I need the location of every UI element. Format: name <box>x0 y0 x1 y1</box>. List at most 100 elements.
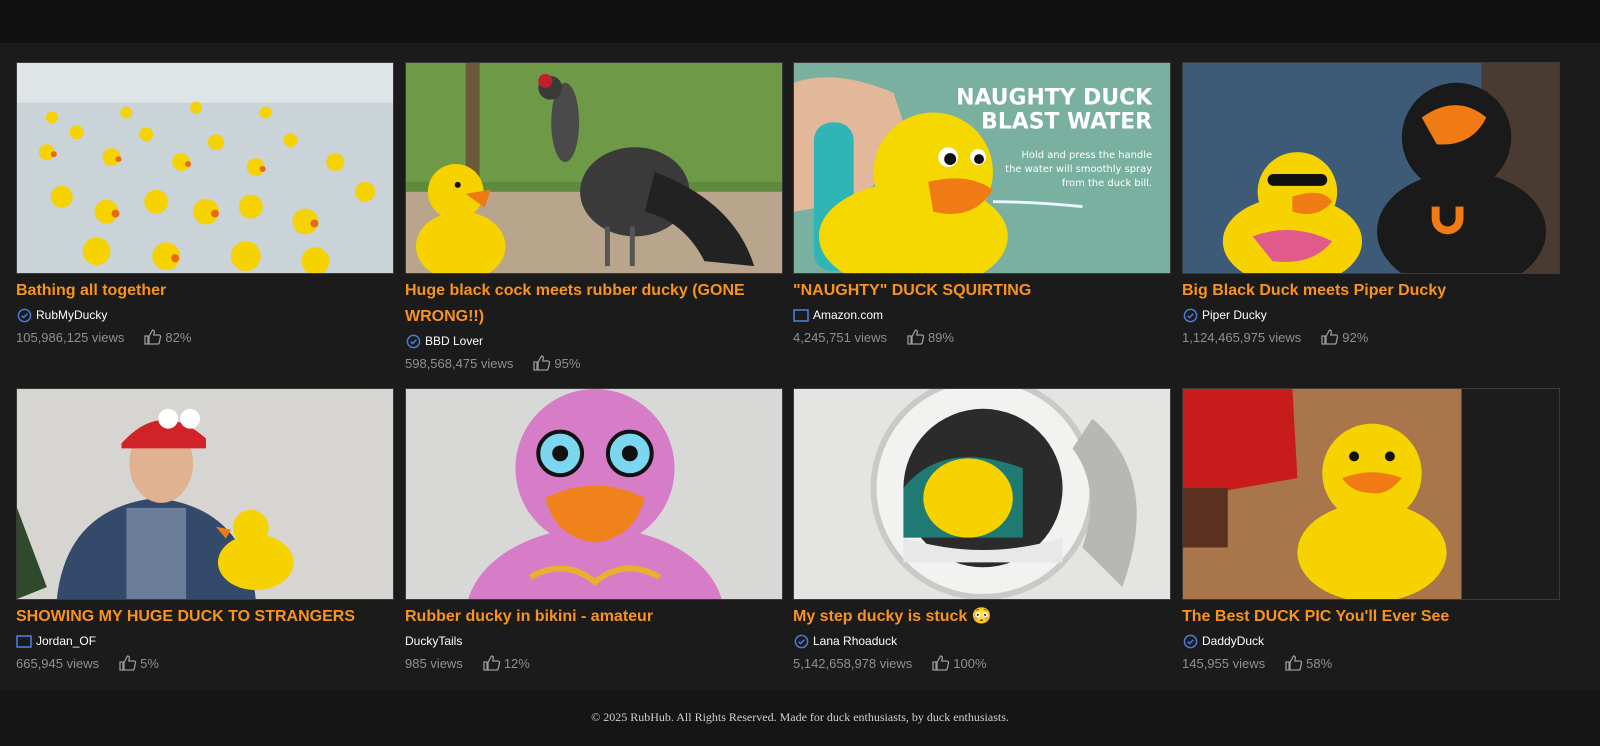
channel-link[interactable]: RubMyDucky <box>16 304 394 326</box>
view-count: 985 views <box>405 655 463 671</box>
view-count: 4,245,751 views <box>793 329 887 345</box>
video-title-link[interactable]: "NAUGHTY" DUCK SQUIRTING <box>793 278 1171 304</box>
thumbnail-headline-1: NAUGHTY DUCK <box>956 86 1153 111</box>
view-count: 145,955 views <box>1182 655 1266 671</box>
video-thumbnail[interactable] <box>1182 62 1560 274</box>
rating: 89% <box>907 329 954 345</box>
rating: 100% <box>932 655 987 671</box>
duck-on-desk-image <box>1183 389 1559 599</box>
channel-name: Lana Rhoaduck <box>813 634 898 648</box>
channel-name: Piper Ducky <box>1202 308 1267 322</box>
top-navigation-bar <box>0 0 1600 43</box>
video-title-link[interactable]: My step ducky is stuck 😳 <box>793 604 1171 630</box>
channel-link[interactable]: DuckyTails <box>405 630 783 652</box>
video-title-link[interactable]: Bathing all together <box>16 278 394 304</box>
view-count: 598,568,475 views <box>405 355 514 371</box>
copyright-text: © 2025 RubHub. All Rights Reserved. Made… <box>591 710 1009 724</box>
video-stats: 985 views 12% <box>405 652 783 674</box>
video-stats: 665,945 views 5% <box>16 652 394 674</box>
verified-badge-icon <box>16 307 32 323</box>
thumbs-up-icon <box>907 329 925 345</box>
video-card: NAUGHTY DUCK BLAST WATER Hold and press … <box>793 62 1171 348</box>
video-card: Big Black Duck meets Piper Ducky Piper D… <box>1182 62 1560 348</box>
thumbs-up-icon <box>932 655 950 671</box>
video-stats: 598,568,475 views 95% <box>405 352 783 374</box>
rating-percent: 82% <box>165 329 192 345</box>
video-thumbnail[interactable] <box>405 388 783 600</box>
pink-bikini-duck-image <box>406 389 782 599</box>
channel-link[interactable]: DaddyDuck <box>1182 630 1560 652</box>
thumbs-up-icon <box>1285 655 1303 671</box>
thumbnail-headline-2: BLAST WATER <box>981 109 1152 134</box>
video-thumbnail[interactable] <box>1182 388 1560 600</box>
channel-name: RubMyDucky <box>36 308 108 322</box>
black-duck-piper-duck-image <box>1183 63 1559 273</box>
channel-link[interactable]: Jordan_OF <box>16 630 394 652</box>
thumbs-up-icon <box>533 355 551 371</box>
video-thumbnail[interactable]: NAUGHTY DUCK BLAST WATER Hold and press … <box>793 62 1171 274</box>
view-count: 665,945 views <box>16 655 100 671</box>
channel-name: DaddyDuck <box>1202 634 1265 648</box>
thumbs-up-icon <box>1321 329 1339 345</box>
view-count: 5,142,658,978 views <box>793 655 913 671</box>
channel-name: Jordan_OF <box>36 634 97 648</box>
video-thumbnail[interactable] <box>793 388 1171 600</box>
thumbnail-caption-1: Hold and press the handle <box>1021 150 1152 161</box>
video-stats: 1,124,465,975 views 92% <box>1182 326 1560 348</box>
man-holding-duck-image <box>17 389 393 599</box>
verified-badge-icon <box>1182 633 1198 649</box>
rating-percent: 89% <box>927 329 954 345</box>
bathtub-ducks-image <box>17 63 393 273</box>
video-card: My step ducky is stuck 😳 Lana Rhoaduck 5… <box>793 388 1171 674</box>
thumbs-up-icon <box>144 329 162 345</box>
channel-link[interactable]: BBD Lover <box>405 330 783 352</box>
thumbs-up-icon <box>119 655 137 671</box>
rating: 82% <box>144 329 191 345</box>
squirting-duck-image: NAUGHTY DUCK BLAST WATER Hold and press … <box>794 63 1170 273</box>
thumbnail-caption-3: from the duck bill. <box>1062 178 1152 189</box>
video-title-link[interactable]: Huge black cock meets rubber ducky (GONE… <box>405 278 783 330</box>
view-count: 1,124,465,975 views <box>1182 329 1302 345</box>
rating: 5% <box>119 655 159 671</box>
video-card: Huge black cock meets rubber ducky (GONE… <box>405 62 783 374</box>
rating-percent: 100% <box>953 655 987 671</box>
verified-badge-icon <box>405 333 421 349</box>
rating: 12% <box>483 655 530 671</box>
rating: 92% <box>1321 329 1368 345</box>
thumbs-up-icon <box>483 655 500 671</box>
video-thumbnail[interactable] <box>16 388 394 600</box>
channel-name: Amazon.com <box>813 308 884 322</box>
rating: 95% <box>533 355 580 371</box>
page-footer: © 2025 RubHub. All Rights Reserved. Made… <box>0 690 1600 746</box>
thumbnail-caption-2: the water will smoothly spray <box>1005 164 1152 175</box>
rating: 58% <box>1285 655 1332 671</box>
rooster-duck-image <box>406 63 782 273</box>
rating-percent: 95% <box>554 355 581 371</box>
rating-percent: 5% <box>140 655 159 671</box>
video-title-link[interactable]: Big Black Duck meets Piper Ducky <box>1182 278 1560 304</box>
video-stats: 105,986,125 views 82% <box>16 326 394 348</box>
video-title-link[interactable]: Rubber ducky in bikini - amateur <box>405 604 783 630</box>
video-thumbnail[interactable] <box>16 62 394 274</box>
channel-box-icon <box>793 307 809 323</box>
view-count: 105,986,125 views <box>16 329 125 345</box>
verified-badge-icon <box>793 633 809 649</box>
duck-in-dryer-image <box>794 389 1170 599</box>
video-card: The Best DUCK PIC You'll Ever See DaddyD… <box>1182 388 1560 674</box>
rating-percent: 92% <box>1342 329 1369 345</box>
video-stats: 4,245,751 views 89% <box>793 326 1171 348</box>
video-title-link[interactable]: SHOWING MY HUGE DUCK TO STRANGERS <box>16 604 394 630</box>
video-card: Bathing all together RubMyDucky 105,986,… <box>16 62 394 348</box>
channel-link[interactable]: Amazon.com <box>793 304 1171 326</box>
channel-link[interactable]: Piper Ducky <box>1182 304 1560 326</box>
video-title-link[interactable]: The Best DUCK PIC You'll Ever See <box>1182 604 1560 630</box>
video-stats: 5,142,658,978 views 100% <box>793 652 1171 674</box>
video-thumbnail[interactable] <box>405 62 783 274</box>
channel-name: BBD Lover <box>425 334 484 348</box>
rating-percent: 58% <box>1306 655 1333 671</box>
video-stats: 145,955 views 58% <box>1182 652 1560 674</box>
channel-box-icon <box>16 633 32 649</box>
channel-name: DuckyTails <box>405 634 463 648</box>
rating-percent: 12% <box>503 655 530 671</box>
channel-link[interactable]: Lana Rhoaduck <box>793 630 1171 652</box>
